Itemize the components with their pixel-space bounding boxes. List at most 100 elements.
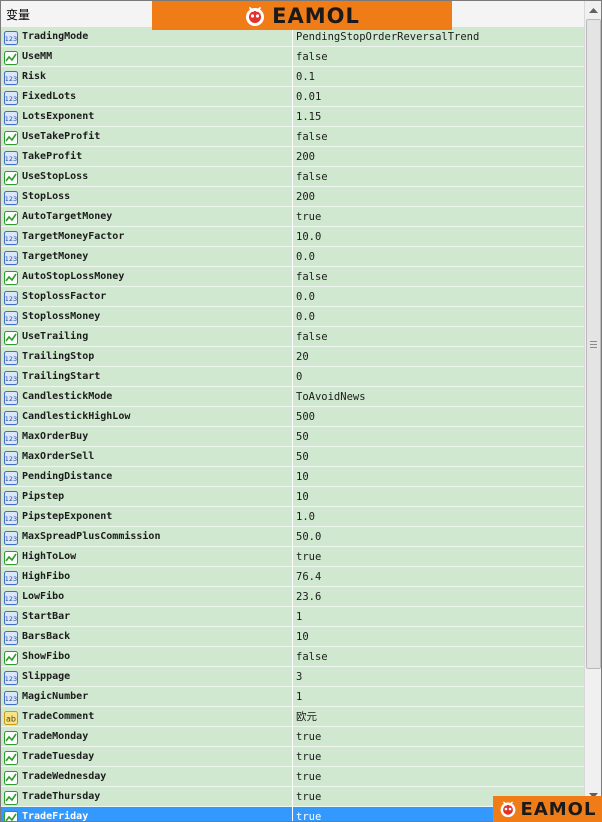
parameter-value[interactable]: 10 (296, 471, 309, 483)
parameter-row[interactable]: UseTakeProfit false (1, 126, 584, 147)
parameter-value[interactable]: 0.0 (296, 291, 315, 303)
parameter-value[interactable]: 0.0 (296, 311, 315, 323)
parameter-value[interactable]: 50 (296, 451, 309, 463)
parameter-value[interactable]: 1 (296, 611, 302, 623)
parameter-row[interactable]: TradeTuesday true (1, 746, 584, 767)
parameter-value[interactable]: false (296, 131, 328, 143)
parameter-row[interactable]: AutoTargetMoney true (1, 206, 584, 227)
parameter-value[interactable]: false (296, 651, 328, 663)
parameter-row[interactable]: 123 StopLoss 200 (1, 186, 584, 207)
parameter-row[interactable]: 123 Risk 0.1 (1, 66, 584, 87)
boolean-icon (4, 210, 18, 225)
parameter-value[interactable]: 50 (296, 431, 309, 443)
parameter-value[interactable]: 10 (296, 491, 309, 503)
parameter-value[interactable]: true (296, 211, 321, 223)
svg-text:123: 123 (5, 395, 17, 403)
parameter-name: TakeProfit (22, 151, 83, 162)
parameter-value[interactable]: 50.0 (296, 531, 321, 543)
parameter-row[interactable]: 123 StoplossFactor 0.0 (1, 286, 584, 307)
parameter-row[interactable]: 123 TradingMode PendingStopOrderReversalTr… (1, 26, 584, 47)
parameter-value[interactable]: PendingStopOrderReversalTrend (296, 31, 479, 43)
parameter-value[interactable]: true (296, 751, 321, 763)
parameter-value[interactable]: 500 (296, 411, 315, 423)
column-divider (292, 446, 293, 467)
parameter-row[interactable]: 123 TargetMoney 0.0 (1, 246, 584, 267)
parameter-value[interactable]: 1 (296, 691, 302, 703)
parameter-row[interactable]: ab TradeComment 欧元 (1, 706, 584, 727)
parameter-value[interactable]: 10 (296, 631, 309, 643)
parameter-value[interactable]: 200 (296, 191, 315, 203)
parameter-value[interactable]: false (296, 331, 328, 343)
parameter-row[interactable]: 123 HighFibo 76.4 (1, 566, 584, 587)
parameter-value[interactable]: 200 (296, 151, 315, 163)
parameter-value[interactable]: false (296, 171, 328, 183)
parameter-value[interactable]: ToAvoidNews (296, 391, 366, 403)
parameter-row[interactable]: 123 PipstepExponent 1.0 (1, 506, 584, 527)
scroll-thumb[interactable] (586, 19, 601, 669)
boolean-icon (4, 130, 18, 145)
parameter-value[interactable]: true (296, 731, 321, 743)
parameter-row[interactable]: ShowFibo false (1, 646, 584, 667)
parameter-value[interactable]: false (296, 271, 328, 283)
parameter-row[interactable]: 123 TrailingStart 0 (1, 366, 584, 387)
column-divider (292, 106, 293, 127)
parameter-value[interactable]: true (296, 551, 321, 563)
scroll-up-button[interactable] (585, 1, 601, 18)
number-icon: 123 (4, 390, 18, 405)
parameter-row[interactable]: 123 CandlestickMode ToAvoidNews (1, 386, 584, 407)
parameter-value[interactable]: 1.0 (296, 511, 315, 523)
parameter-name: TradeComment (22, 711, 95, 722)
parameter-row[interactable]: UseTrailing false (1, 326, 584, 347)
parameter-value[interactable]: 3 (296, 671, 302, 683)
parameter-value[interactable]: false (296, 51, 328, 63)
parameter-name: TargetMoney (22, 251, 89, 262)
parameter-value[interactable]: 20 (296, 351, 309, 363)
parameter-row[interactable]: TradeMonday true (1, 726, 584, 747)
parameter-row[interactable]: 123 TakeProfit 200 (1, 146, 584, 167)
parameter-row[interactable]: 123 MaxOrderBuy 50 (1, 426, 584, 447)
parameter-value[interactable]: 23.6 (296, 591, 321, 603)
vertical-scrollbar[interactable] (584, 1, 601, 821)
parameter-row[interactable]: 123 BarsBack 10 (1, 626, 584, 647)
column-divider (292, 766, 293, 787)
boolean-icon (4, 330, 18, 345)
parameter-value[interactable]: 1.15 (296, 111, 321, 123)
parameter-name: Slippage (22, 671, 71, 682)
parameter-row[interactable]: 123 TargetMoneyFactor 10.0 (1, 226, 584, 247)
parameter-row[interactable]: 123 LotsExponent 1.15 (1, 106, 584, 127)
parameter-row[interactable]: 123 MagicNumber 1 (1, 686, 584, 707)
column-divider (292, 706, 293, 727)
parameter-value[interactable]: true (296, 811, 321, 822)
parameter-name: TradeFriday (22, 811, 89, 822)
parameter-value[interactable]: 76.4 (296, 571, 321, 583)
parameter-row[interactable]: 123 Pipstep 10 (1, 486, 584, 507)
parameter-row[interactable]: 123 MaxSpreadPlusCommission 50.0 (1, 526, 584, 547)
parameter-value[interactable]: 欧元 (296, 709, 317, 724)
column-divider (292, 386, 293, 407)
parameter-row[interactable]: 123 FixedLots 0.01 (1, 86, 584, 107)
parameter-row[interactable]: 123 MaxOrderSell 50 (1, 446, 584, 467)
parameter-value[interactable]: 0.01 (296, 91, 321, 103)
parameter-value[interactable]: true (296, 771, 321, 783)
number-icon: 123 (4, 450, 18, 465)
parameter-row[interactable]: UseMM false (1, 46, 584, 67)
parameter-row[interactable]: UseStopLoss false (1, 166, 584, 187)
parameter-row[interactable]: 123 StoplossMoney 0.0 (1, 306, 584, 327)
parameter-row[interactable]: 123 PendingDistance 10 (1, 466, 584, 487)
parameter-row[interactable]: HighToLow true (1, 546, 584, 567)
number-icon: 123 (4, 570, 18, 585)
parameter-row[interactable]: 123 StartBar 1 (1, 606, 584, 627)
parameter-value[interactable]: 0.0 (296, 251, 315, 263)
parameter-row[interactable]: AutoStopLossMoney false (1, 266, 584, 287)
parameter-value[interactable]: 0.1 (296, 71, 315, 83)
parameter-row[interactable]: 123 CandlestickHighLow 500 (1, 406, 584, 427)
parameter-row[interactable]: 123 TrailingStop 20 (1, 346, 584, 367)
parameter-value[interactable]: 10.0 (296, 231, 321, 243)
parameter-value[interactable]: 0 (296, 371, 302, 383)
parameter-row[interactable]: 123 LowFibo 23.6 (1, 586, 584, 607)
parameter-value[interactable]: true (296, 791, 321, 803)
parameter-row[interactable]: 123 Slippage 3 (1, 666, 584, 687)
parameter-row[interactable]: TradeWednesday true (1, 766, 584, 787)
column-divider (292, 86, 293, 107)
column-divider (292, 626, 293, 647)
